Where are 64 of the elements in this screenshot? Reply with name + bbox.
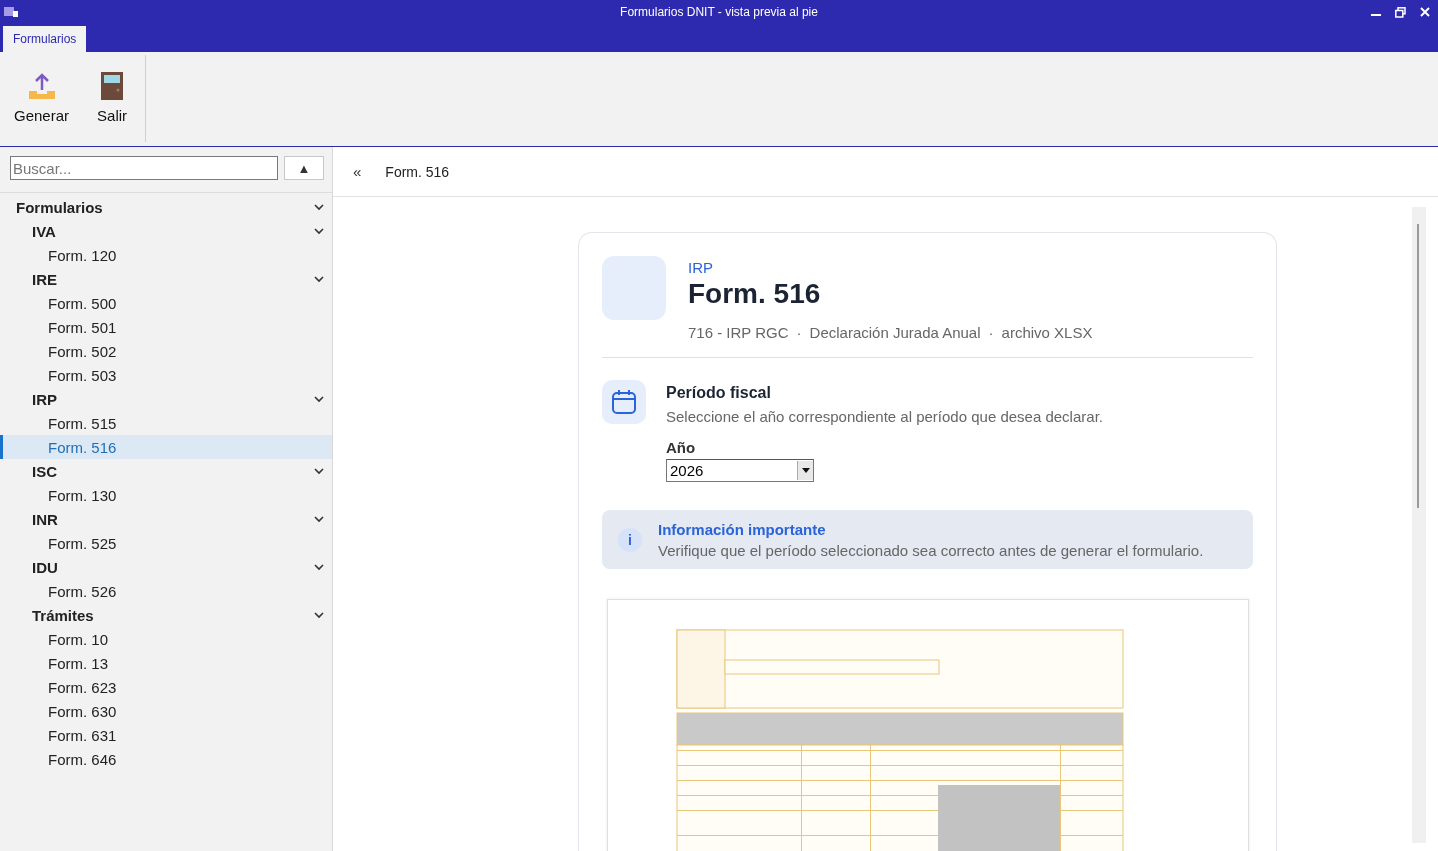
tree-item[interactable]: Form. 500 — [0, 291, 332, 315]
collapse-button[interactable]: ▲ — [284, 156, 324, 180]
chevron-icon[interactable] — [314, 227, 324, 235]
section-description: Seleccione el año correspondiente al período que desea declarar. — [666, 408, 1103, 425]
form-category: IRP — [688, 259, 714, 276]
form-meta: 716 - IRP RGC — [688, 324, 789, 341]
separator-dot: · — [796, 324, 802, 341]
tree-item[interactable]: Form. 631 — [0, 723, 332, 747]
info-title: Información importante — [658, 520, 827, 538]
section-title: Período fiscal — [666, 384, 772, 402]
tree-item[interactable]: Form. 630 — [0, 699, 332, 723]
tree-group[interactable]: IRE — [0, 267, 332, 291]
ribbon-tab[interactable]: Formularios — [3, 26, 87, 52]
tree-item[interactable]: Form. 515 — [0, 411, 332, 435]
chevron-icon[interactable] — [314, 515, 324, 523]
sidebar-toggle-button[interactable]: « — [353, 163, 362, 180]
form-meta: archivo XLSX — [1001, 324, 1093, 341]
tree-item[interactable]: Form. 501 — [0, 315, 332, 339]
chevron-icon[interactable] — [314, 275, 324, 283]
tree-item[interactable]: Form. 13 — [0, 651, 332, 675]
chevron-icon[interactable] — [314, 395, 324, 403]
chevron-icon[interactable] — [314, 467, 324, 475]
tree-group[interactable]: IVA — [0, 219, 332, 243]
chevron-icon[interactable] — [314, 563, 324, 571]
breadcrumb: Form. 516 — [385, 163, 450, 180]
app-icon — [4, 6, 18, 18]
tree-group[interactable]: INR — [0, 507, 332, 531]
tree-group[interactable]: Formularios — [0, 195, 332, 219]
calendar-icon — [602, 380, 646, 424]
upload-icon — [26, 71, 57, 101]
restore-icon[interactable] — [1395, 6, 1406, 18]
tree-item[interactable]: Form. 646 — [0, 747, 332, 771]
exit-button[interactable]: Salir — [97, 71, 128, 142]
tree-group[interactable]: IRP — [0, 387, 332, 411]
tree-item[interactable]: Form. 526 — [0, 579, 332, 603]
tree-item[interactable]: Form. 10 — [0, 627, 332, 651]
tree-group[interactable]: IDU — [0, 555, 332, 579]
scroll-thumb[interactable] — [1417, 224, 1419, 508]
info-text: Verifique que el período seleccionado sea correcto antes de generar el formulario. — [658, 541, 1204, 559]
chevron-icon[interactable] — [314, 203, 324, 211]
door-icon — [100, 71, 125, 101]
generate-button[interactable]: Generar — [14, 71, 70, 142]
dropdown-arrow-icon — [801, 468, 810, 473]
tree-group[interactable]: ISC — [0, 459, 332, 483]
tree-item[interactable]: Form. 502 — [0, 339, 332, 363]
scrollbar[interactable] — [1412, 207, 1426, 843]
search-field[interactable]: Buscar... — [10, 156, 278, 180]
form-meta: Declaración Jurada Anual — [809, 324, 981, 341]
form-title: Form. 516 — [688, 278, 822, 310]
separator-dot: · — [988, 324, 994, 341]
info-icon: i — [618, 527, 642, 552]
chevron-icon[interactable] — [314, 611, 324, 619]
form-icon-tile — [602, 256, 666, 320]
window-title: Formularios DNIT - vista previa al pie — [620, 5, 818, 19]
tree-item[interactable]: Form. 516 — [0, 435, 332, 459]
year-label: Año — [666, 439, 697, 456]
tree-item[interactable]: Form. 503 — [0, 363, 332, 387]
tree-group[interactable]: Trámites — [0, 603, 332, 627]
year-dropdown[interactable]: 2026 — [666, 459, 814, 482]
tree-item[interactable]: Form. 120 — [0, 243, 332, 267]
tree-item[interactable]: Form. 525 — [0, 531, 332, 555]
tree-item[interactable]: Form. 130 — [0, 483, 332, 507]
close-icon[interactable] — [1420, 7, 1430, 17]
tree-item[interactable]: Form. 623 — [0, 675, 332, 699]
